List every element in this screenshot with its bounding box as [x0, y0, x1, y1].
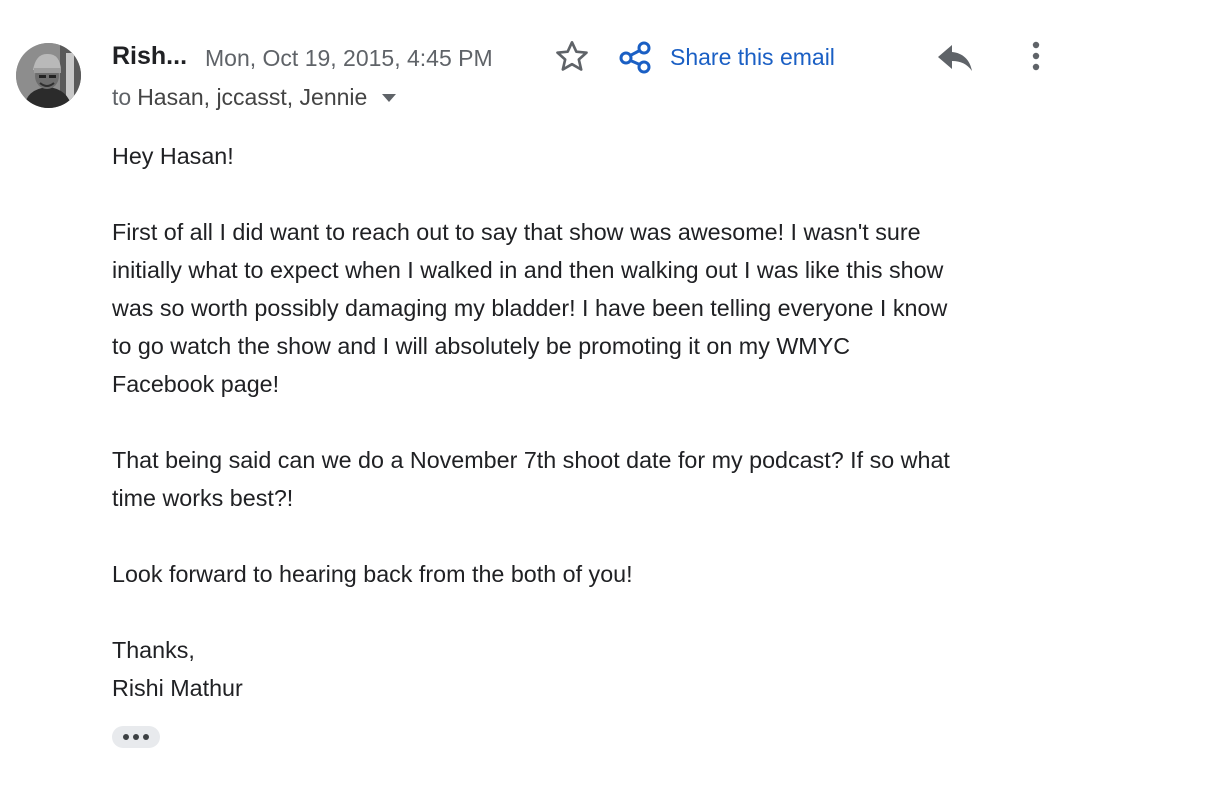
greeting: Hey Hasan! — [112, 143, 234, 169]
body-line: First of all I did want to reach out to … — [112, 219, 921, 245]
body-line: Facebook page! — [112, 371, 280, 397]
share-icon — [619, 41, 651, 74]
body-line: was so worth possibly damaging my bladde… — [112, 295, 948, 321]
reply-icon — [938, 45, 972, 71]
closing-line: Look forward to hearing back from the bo… — [112, 561, 633, 587]
share-email-label: Share this email — [670, 43, 835, 70]
more-horiz-icon — [123, 734, 149, 740]
email-body: Hey Hasan! First of all I did want to re… — [112, 137, 1072, 707]
email-message: Rish... Mon, Oct 19, 2015, 4:45 PM Share… — [0, 0, 1212, 798]
body-line: initially what to expect when I walked i… — [112, 257, 944, 283]
recipients-details-toggle[interactable]: to Hasan, jccasst, Jennie — [112, 84, 397, 111]
body-line: That being said can we do a November 7th… — [112, 447, 950, 473]
body-line: time works best?! — [112, 485, 294, 511]
signoff: Thanks, — [112, 637, 195, 663]
share-email-button[interactable]: Share this email — [618, 38, 835, 76]
sent-date: Mon, Oct 19, 2015, 4:45 PM — [205, 45, 493, 71]
more-vert-icon — [1032, 41, 1040, 71]
star-button[interactable] — [552, 37, 592, 77]
body-line: to go watch the show and I will absolute… — [112, 333, 851, 359]
caret-down-icon — [382, 93, 397, 102]
star-outline-icon — [556, 41, 588, 71]
recipient-list: Hasan, jccasst, Jennie — [137, 84, 368, 110]
avatar-photo — [16, 43, 81, 108]
show-trimmed-content-button[interactable] — [112, 726, 160, 748]
reply-button[interactable] — [934, 38, 976, 76]
more-options-button[interactable] — [1020, 36, 1052, 76]
to-label: to — [112, 84, 132, 110]
sender-name[interactable]: Rish... — [112, 42, 187, 71]
avatar[interactable] — [16, 43, 81, 108]
signature: Rishi Mathur — [112, 675, 243, 701]
